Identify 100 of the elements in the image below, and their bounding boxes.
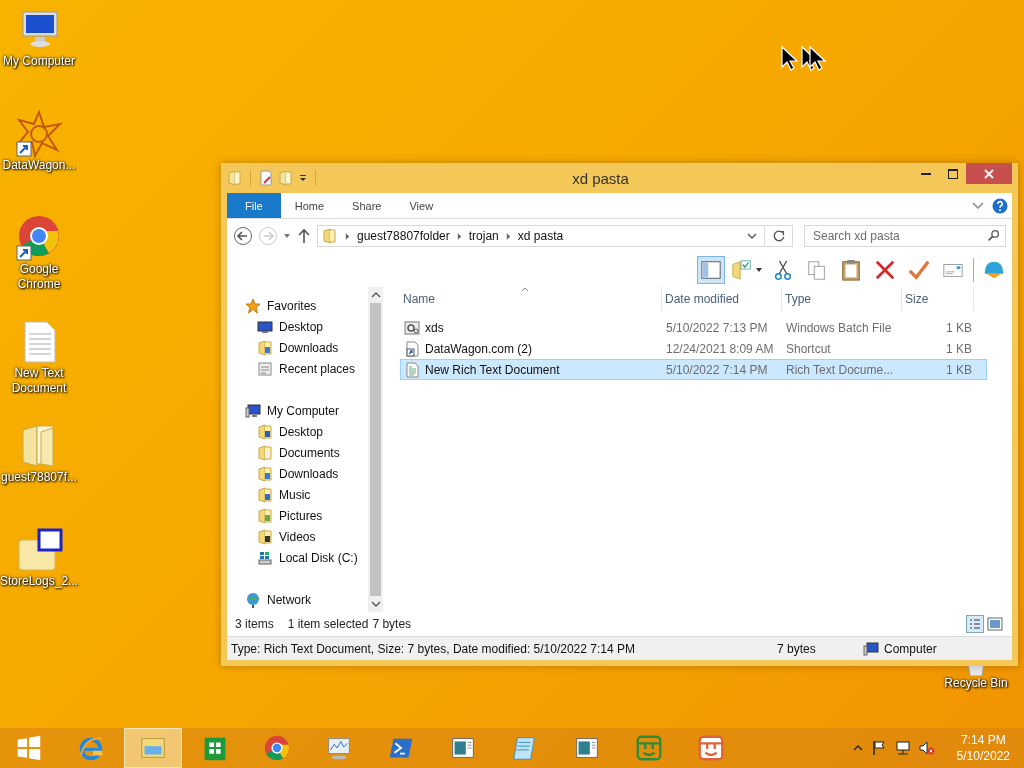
volume-muted-icon[interactable] (918, 740, 935, 756)
scroll-down-icon[interactable] (370, 600, 381, 608)
maximize-icon (947, 168, 958, 179)
nav-item[interactable]: Local Disk (C:) (227, 547, 368, 568)
breadcrumb-arrow-icon[interactable] (345, 232, 350, 240)
computer-icon (245, 402, 261, 419)
recent-places-icon (257, 360, 273, 377)
search-field[interactable]: Search xd pasta (804, 225, 1006, 247)
breadcrumb-arrow-icon[interactable] (456, 232, 462, 240)
help-icon[interactable] (992, 197, 1008, 214)
file-row[interactable]: xds 5/10/2022 7:13 PM Windows Batch File 1 KB (400, 317, 987, 338)
dropdown-icon[interactable] (298, 173, 308, 183)
size-cell-text: 1 KB (945, 320, 973, 335)
gear-file-icon (404, 319, 420, 336)
monitor-icon (257, 318, 273, 335)
document-icon (404, 361, 420, 378)
address-bar[interactable]: guest78807folder trojan xd pasta (317, 225, 793, 247)
folder-icon (257, 507, 273, 524)
security-zone: Computer (884, 641, 937, 656)
search-icon (987, 229, 1000, 242)
date-cell-text: 5/10/2022 7:14 PM (665, 362, 769, 377)
minimize-icon (920, 172, 931, 175)
toolbar-icon (840, 259, 862, 281)
chrome-icon (262, 733, 292, 763)
column-header[interactable]: Name (400, 287, 662, 311)
flag-icon[interactable] (870, 740, 887, 756)
file-name: New Rich Text Document (425, 362, 560, 377)
details-size: 7 bytes (777, 641, 817, 656)
scroll-up-icon[interactable] (370, 291, 381, 299)
folder-icon (257, 486, 273, 503)
nav-item[interactable]: Desktop (227, 316, 368, 337)
folder-icon (257, 465, 273, 482)
dropdown-icon (755, 266, 763, 274)
network-icon (245, 591, 261, 608)
toolbar-icon (983, 259, 1005, 281)
nav-item[interactable]: Recent places (227, 358, 368, 379)
nav-item[interactable]: Downloads (227, 463, 368, 484)
refresh-icon[interactable] (772, 229, 786, 243)
file-row[interactable]: New Rich Text Document 5/10/2022 7:14 PM Rich Text Docume... 1 KB (400, 359, 987, 380)
toolbar-icon (806, 259, 828, 281)
column-header[interactable]: Size (902, 287, 974, 311)
date-cell-text: 5/10/2022 7:13 PM (665, 320, 769, 335)
file-name: xds (425, 320, 444, 335)
expand-ribbon-icon[interactable] (972, 201, 984, 210)
column-header[interactable]: Date modified (662, 287, 782, 311)
nav-item[interactable]: My Computer (227, 400, 368, 421)
computer-icon (863, 640, 879, 657)
breadcrumb[interactable]: trojan (468, 229, 499, 243)
clock-date: 5/10/2022 (956, 748, 1010, 764)
toolbar-icon (908, 259, 930, 281)
date-cell-text: 12/24/2021 8:09 AM (665, 341, 775, 356)
preview-pane-button[interactable] (697, 256, 725, 284)
nav-item[interactable]: Network (227, 589, 368, 610)
disk-icon (257, 549, 273, 566)
column-header[interactable]: Type (782, 287, 902, 311)
type-cell-text: Windows Batch File (785, 320, 893, 335)
ribbon-tab[interactable]: Share (338, 193, 396, 218)
properties-icon[interactable] (258, 170, 274, 186)
close-button[interactable] (966, 163, 1012, 184)
star-icon (245, 297, 261, 314)
nav-item[interactable]: Favorites (227, 295, 368, 316)
ribbon-tab[interactable]: View (395, 193, 448, 218)
item-count: 3 items (235, 617, 274, 631)
folder-icon (257, 423, 273, 440)
scrollbar[interactable] (368, 287, 383, 612)
nav-item[interactable]: Videos (227, 526, 368, 547)
network-icon[interactable] (894, 740, 911, 756)
star-icon[interactable] (15, 110, 63, 158)
nav-item[interactable]: Downloads (227, 337, 368, 358)
up-arrow-icon[interactable] (298, 228, 310, 244)
large-icons-view-icon[interactable] (986, 615, 1004, 633)
selection-size: 7 bytes (372, 617, 412, 631)
details-view-icon[interactable] (966, 615, 984, 633)
nav-item[interactable]: Desktop (227, 421, 368, 442)
toolbar-icon (700, 259, 722, 281)
breadcrumb-arrow-icon[interactable] (505, 232, 511, 240)
breadcrumb[interactable]: xd pasta (517, 229, 564, 243)
ribbon-tab[interactable]: File (227, 193, 281, 218)
ribbon-tab[interactable]: Home (280, 193, 339, 218)
smile-box-icon (696, 733, 726, 763)
file-name: DataWagon.com (2) (425, 341, 532, 356)
nav-item[interactable]: Pictures (227, 505, 368, 526)
back-icon[interactable] (233, 226, 253, 246)
close-icon (984, 168, 994, 179)
selection-count: 1 item selected (287, 617, 369, 631)
toolbar-icon (772, 259, 794, 281)
recent-locations-icon[interactable] (283, 232, 291, 240)
toolbar-icon (731, 259, 753, 281)
nav-item[interactable]: Music (227, 484, 368, 505)
nav-item[interactable]: Documents (227, 442, 368, 463)
file-row[interactable]: DataWagon.com (2) 12/24/2021 8:09 AM Shortcut 1 KB (400, 338, 987, 359)
window-title: xd pasta (571, 169, 630, 187)
folder-icon[interactable] (15, 526, 63, 574)
show-hidden-icons-icon[interactable] (852, 744, 863, 752)
size-cell-text: 1 KB (945, 362, 973, 377)
size-cell-text: 1 KB (945, 341, 973, 356)
shortcut-icon (404, 340, 420, 357)
breadcrumb[interactable]: guest78807folder (357, 229, 450, 243)
type-cell-text: Shortcut (785, 341, 832, 356)
dropdown-icon[interactable] (747, 232, 757, 240)
